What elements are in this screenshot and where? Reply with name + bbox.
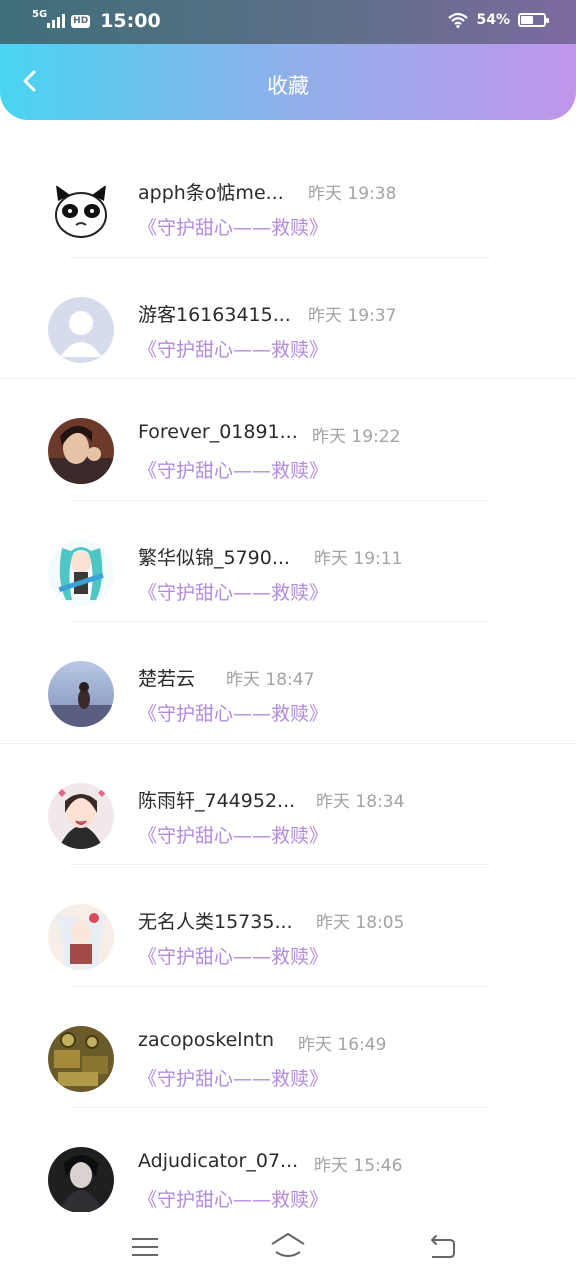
status-time: 15:00 bbox=[100, 10, 161, 32]
status-bar: 5G HD 15:00 54% bbox=[0, 0, 576, 44]
hd-icon: HD bbox=[71, 14, 91, 28]
work-title-link[interactable]: 《守护甜心——救赎》 bbox=[138, 578, 328, 605]
user-avatar[interactable] bbox=[48, 418, 114, 484]
user-avatar[interactable] bbox=[48, 175, 114, 241]
work-title-link[interactable]: 《守护甜心——救赎》 bbox=[138, 213, 328, 240]
status-left: 5G HD 15:00 bbox=[32, 9, 161, 33]
user-name: 游客16163415... bbox=[138, 303, 291, 326]
favorite-item[interactable]: 陈雨轩_744952... 昨天 18:34 《守护甜心——救赎》 bbox=[0, 744, 576, 865]
header-bar: 收藏 bbox=[0, 44, 576, 120]
favorite-item[interactable]: zacoposkelntn 昨天 16:49 《守护甜心——救赎》 bbox=[0, 987, 576, 1108]
work-title-link[interactable]: 《守护甜心——救赎》 bbox=[138, 942, 328, 969]
user-name: 楚若云 bbox=[138, 668, 196, 690]
user-avatar[interactable] bbox=[48, 1025, 114, 1092]
favorite-item[interactable]: 无名人类15735... 昨天 18:05 《守护甜心——救赎》 bbox=[0, 865, 576, 987]
network-type: 5G bbox=[32, 9, 48, 20]
work-title-link[interactable]: 《守护甜心——救赎》 bbox=[138, 1064, 328, 1091]
favorite-time: 昨天 19:38 bbox=[308, 184, 397, 204]
menu-icon[interactable] bbox=[127, 1230, 163, 1264]
back-nav-icon[interactable] bbox=[424, 1230, 460, 1264]
system-nav-bar bbox=[0, 1212, 576, 1280]
status-right: 54% bbox=[448, 12, 549, 28]
work-title-link[interactable]: 《守护甜心——救赎》 bbox=[138, 335, 328, 362]
work-title-link[interactable]: 《守护甜心——救赎》 bbox=[138, 821, 328, 848]
user-name: Forever_01891... bbox=[138, 421, 298, 443]
wifi-icon bbox=[448, 12, 469, 28]
user-avatar[interactable] bbox=[48, 539, 114, 606]
favorite-item[interactable]: 楚若云 昨天 18:47 《守护甜心——救赎》 bbox=[0, 622, 576, 744]
favorite-time: 昨天 19:37 bbox=[308, 305, 397, 326]
user-name: apph条o惦me... bbox=[138, 182, 284, 204]
work-title-link[interactable]: 《守护甜心——救赎》 bbox=[138, 1185, 328, 1212]
user-name: 繁华似锦_5790... bbox=[138, 546, 290, 569]
favorite-time: 昨天 18:34 bbox=[316, 791, 405, 812]
user-name: 陈雨轩_744952... bbox=[138, 789, 296, 812]
favorite-time: 昨天 19:22 bbox=[312, 427, 401, 447]
favorite-time: 昨天 18:05 bbox=[316, 913, 405, 933]
user-name: 无名人类15735... bbox=[138, 911, 293, 933]
battery-percent: 54% bbox=[476, 12, 510, 28]
user-avatar[interactable] bbox=[48, 296, 114, 363]
page-title: 收藏 bbox=[267, 74, 309, 98]
favorite-time: 昨天 16:49 bbox=[298, 1034, 387, 1055]
signal-icon bbox=[47, 14, 66, 28]
user-name: Adjudicator_07... bbox=[138, 1150, 299, 1172]
work-title-link[interactable]: 《守护甜心——救赎》 bbox=[138, 456, 328, 483]
battery-icon bbox=[518, 13, 549, 27]
favorite-time: 昨天 15:46 bbox=[314, 1156, 403, 1176]
favorite-item[interactable]: Forever_01891... 昨天 19:22 《守护甜心——救赎》 bbox=[0, 379, 576, 501]
home-icon[interactable] bbox=[270, 1230, 306, 1264]
favorite-item[interactable]: apph条o惦me... 昨天 19:38 《守护甜心——救赎》 bbox=[0, 136, 576, 258]
favorites-list: apph条o惦me... 昨天 19:38 《守护甜心——救赎》 游客16163415… bbox=[0, 136, 576, 1230]
favorite-time: 昨天 19:11 bbox=[314, 548, 403, 569]
user-avatar[interactable] bbox=[48, 904, 114, 970]
favorite-item[interactable]: 游客16163415... 昨天 19:37 《守护甜心——救赎》 bbox=[0, 258, 576, 379]
user-avatar[interactable] bbox=[48, 1147, 114, 1213]
user-avatar[interactable] bbox=[48, 661, 114, 727]
favorite-item[interactable]: 繁华似锦_5790... 昨天 19:11 《守护甜心——救赎》 bbox=[0, 501, 576, 622]
favorite-time: 昨天 18:47 bbox=[226, 670, 315, 690]
work-title-link[interactable]: 《守护甜心——救赎》 bbox=[138, 699, 328, 726]
user-avatar[interactable] bbox=[48, 782, 114, 849]
user-name: zacoposkelntn bbox=[138, 1028, 275, 1051]
